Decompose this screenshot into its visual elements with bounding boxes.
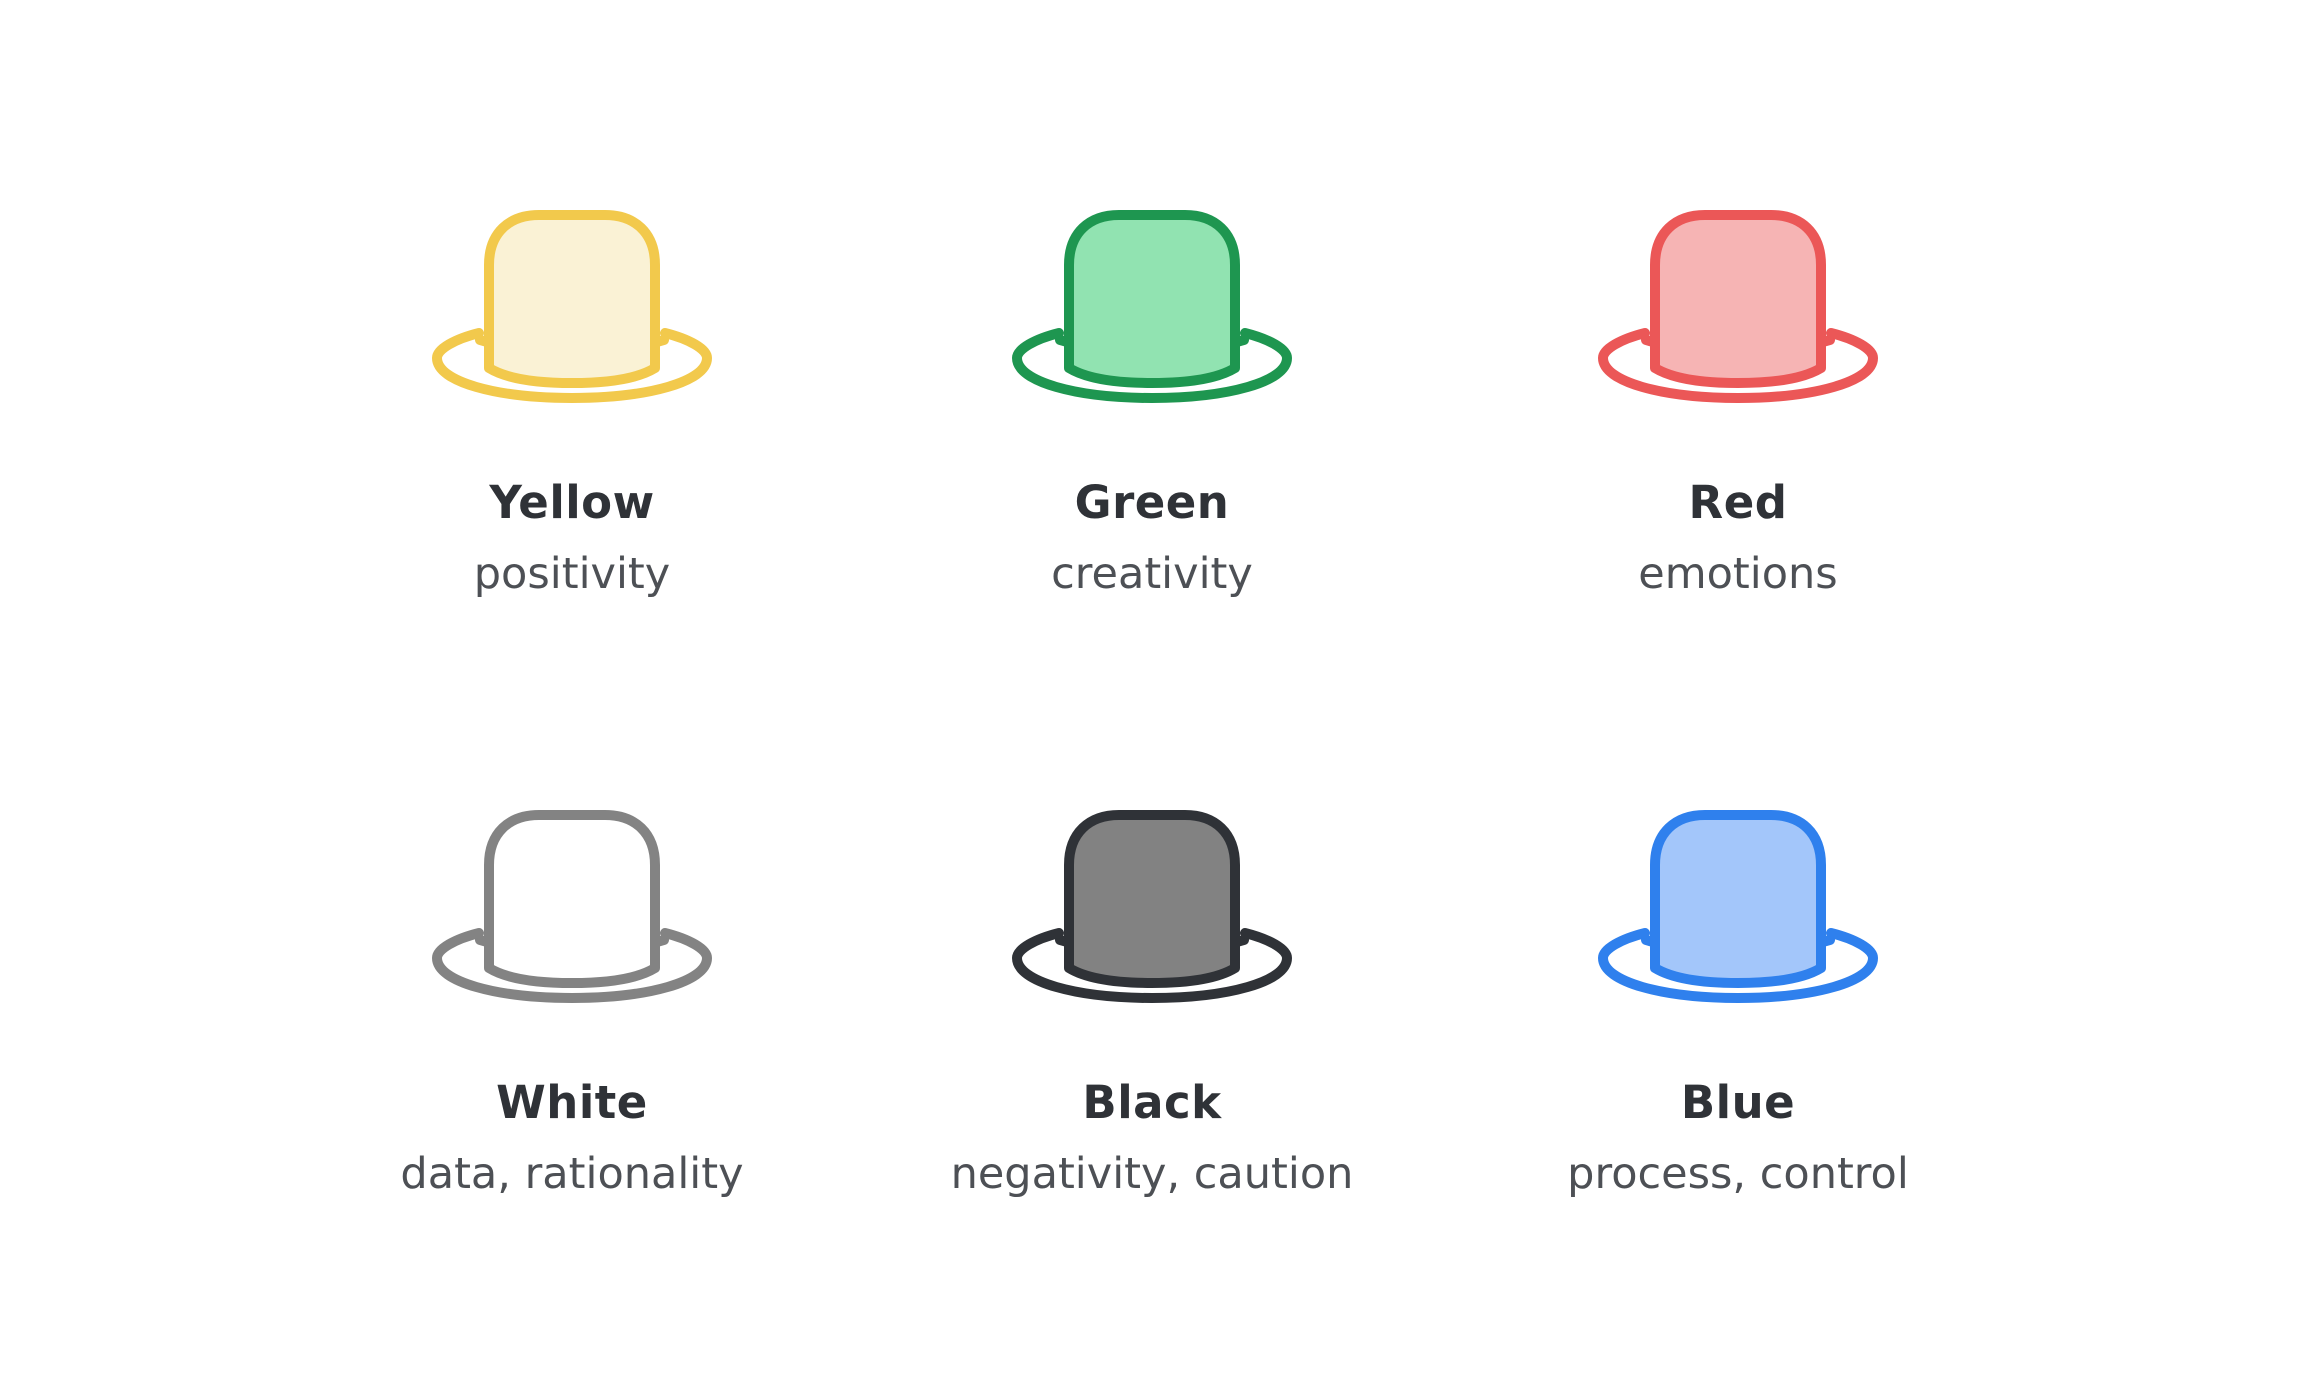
hat-description: process, control (1567, 1149, 1909, 1199)
hat-description: emotions (1638, 549, 1838, 599)
hat-name: Red (1688, 476, 1788, 529)
hat-card-black: Black negativity, caution (872, 805, 1432, 1203)
hat-card-green: Green creativity (872, 205, 1432, 603)
hat-name: Green (1074, 476, 1230, 529)
hat-card-blue: Blue process, control (1458, 805, 2018, 1203)
hat-name: Blue (1680, 1076, 1796, 1129)
hat-name: Yellow (489, 476, 655, 529)
black-hat-icon (1011, 810, 1293, 1004)
hat-name: White (496, 1076, 648, 1129)
hat-description: data, rationality (400, 1149, 744, 1199)
hat-description: negativity, caution (950, 1149, 1354, 1199)
six-hats-diagram: Yellow positivity Green creativity Red e… (0, 0, 2304, 1400)
green-hat-icon (1011, 210, 1293, 404)
red-hat-icon (1597, 210, 1879, 404)
hat-description: positivity (473, 549, 671, 599)
hat-card-red: Red emotions (1458, 205, 2018, 603)
blue-hat-icon (1597, 810, 1879, 1004)
hat-description: creativity (1051, 549, 1253, 599)
hat-name: Black (1082, 1076, 1222, 1129)
hat-card-white: White data, rationality (292, 805, 852, 1203)
white-hat-icon (431, 810, 713, 1004)
yellow-hat-icon (431, 210, 713, 404)
hat-card-yellow: Yellow positivity (292, 205, 852, 603)
